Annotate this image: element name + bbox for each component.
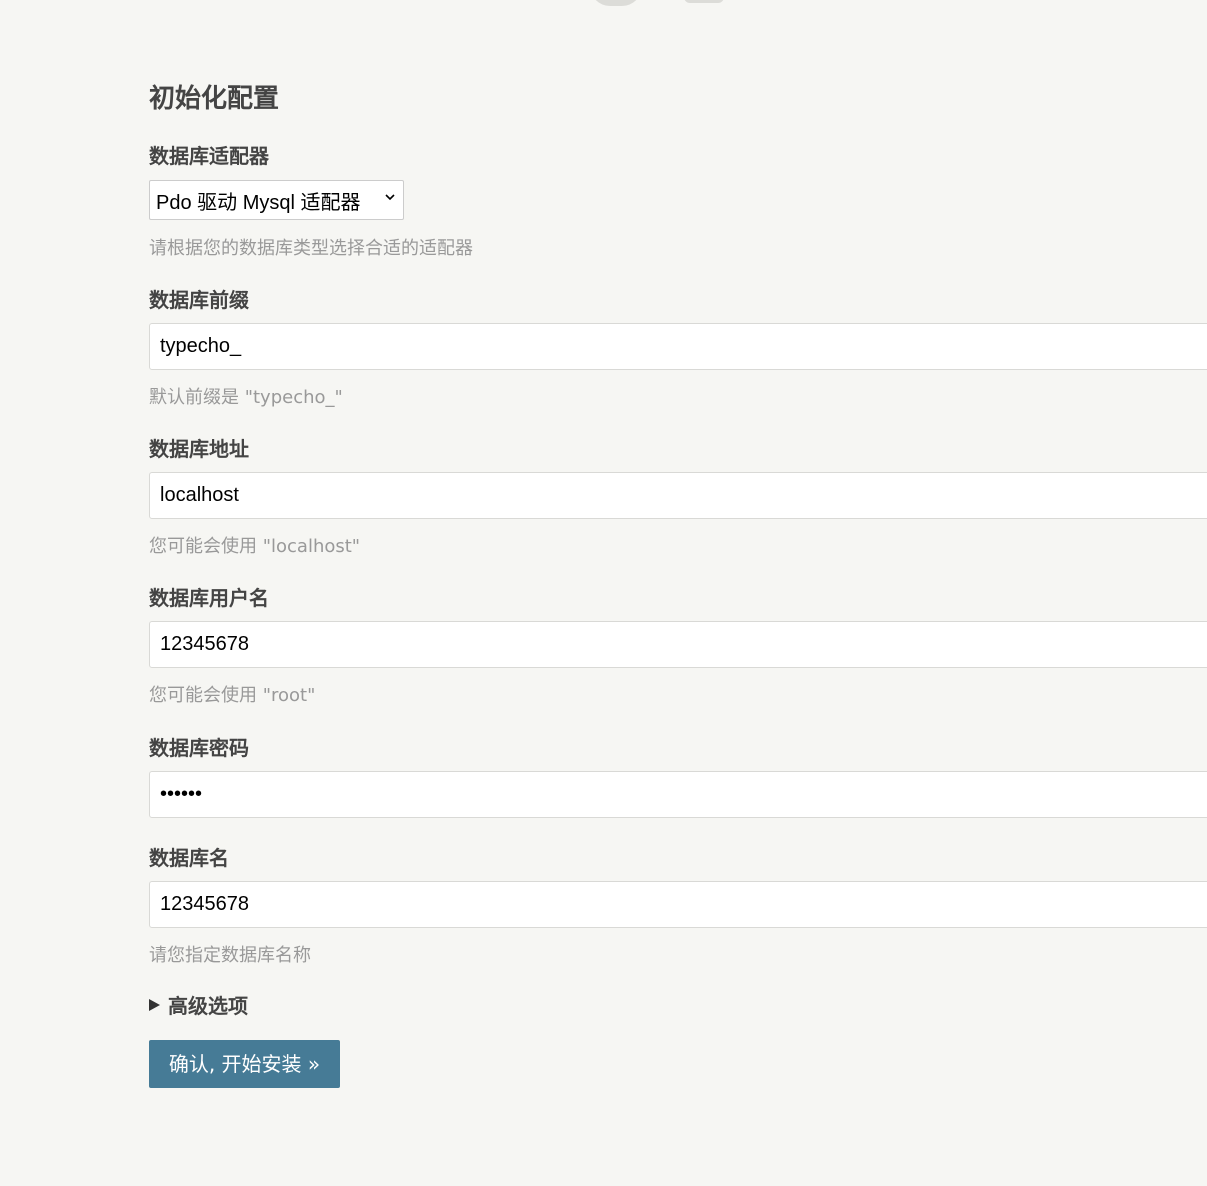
logo-shape bbox=[684, 0, 724, 3]
logo-fragment bbox=[0, 0, 1207, 8]
prefix-hint: 默认前缀是 "typecho_" bbox=[149, 387, 343, 408]
chevron-down-icon bbox=[385, 194, 395, 201]
dbname-hint: 请您指定数据库名称 bbox=[149, 945, 311, 966]
submit-install-button[interactable]: 确认, 开始安装 » bbox=[149, 1040, 340, 1088]
password-input[interactable]: •••••• bbox=[149, 771, 1207, 818]
adapter-label: 数据库适配器 bbox=[149, 144, 269, 168]
adapter-select-value: Pdo 驱动 Mysql 适配器 bbox=[156, 191, 361, 214]
advanced-options-label: 高级选项 bbox=[168, 994, 248, 1018]
password-label: 数据库密码 bbox=[149, 736, 249, 760]
logo-shape bbox=[590, 0, 642, 6]
user-label: 数据库用户名 bbox=[149, 586, 269, 610]
dbname-label: 数据库名 bbox=[149, 846, 229, 870]
adapter-hint: 请根据您的数据库类型选择合适的适配器 bbox=[149, 238, 473, 259]
dbname-input[interactable]: 12345678 bbox=[149, 881, 1207, 928]
advanced-options-toggle[interactable]: 高级选项 bbox=[149, 990, 248, 1019]
user-input[interactable]: 12345678 bbox=[149, 621, 1207, 668]
user-hint: 您可能会使用 "root" bbox=[149, 685, 316, 706]
prefix-label: 数据库前缀 bbox=[149, 288, 249, 312]
adapter-select[interactable]: Pdo 驱动 Mysql 适配器 bbox=[149, 180, 404, 220]
triangle-right-icon bbox=[149, 998, 160, 1011]
prefix-input[interactable]: typecho_ bbox=[149, 323, 1207, 370]
host-input[interactable]: localhost bbox=[149, 472, 1207, 519]
host-hint: 您可能会使用 "localhost" bbox=[149, 536, 361, 557]
page-title: 初始化配置 bbox=[149, 84, 280, 114]
host-label: 数据库地址 bbox=[149, 437, 249, 461]
